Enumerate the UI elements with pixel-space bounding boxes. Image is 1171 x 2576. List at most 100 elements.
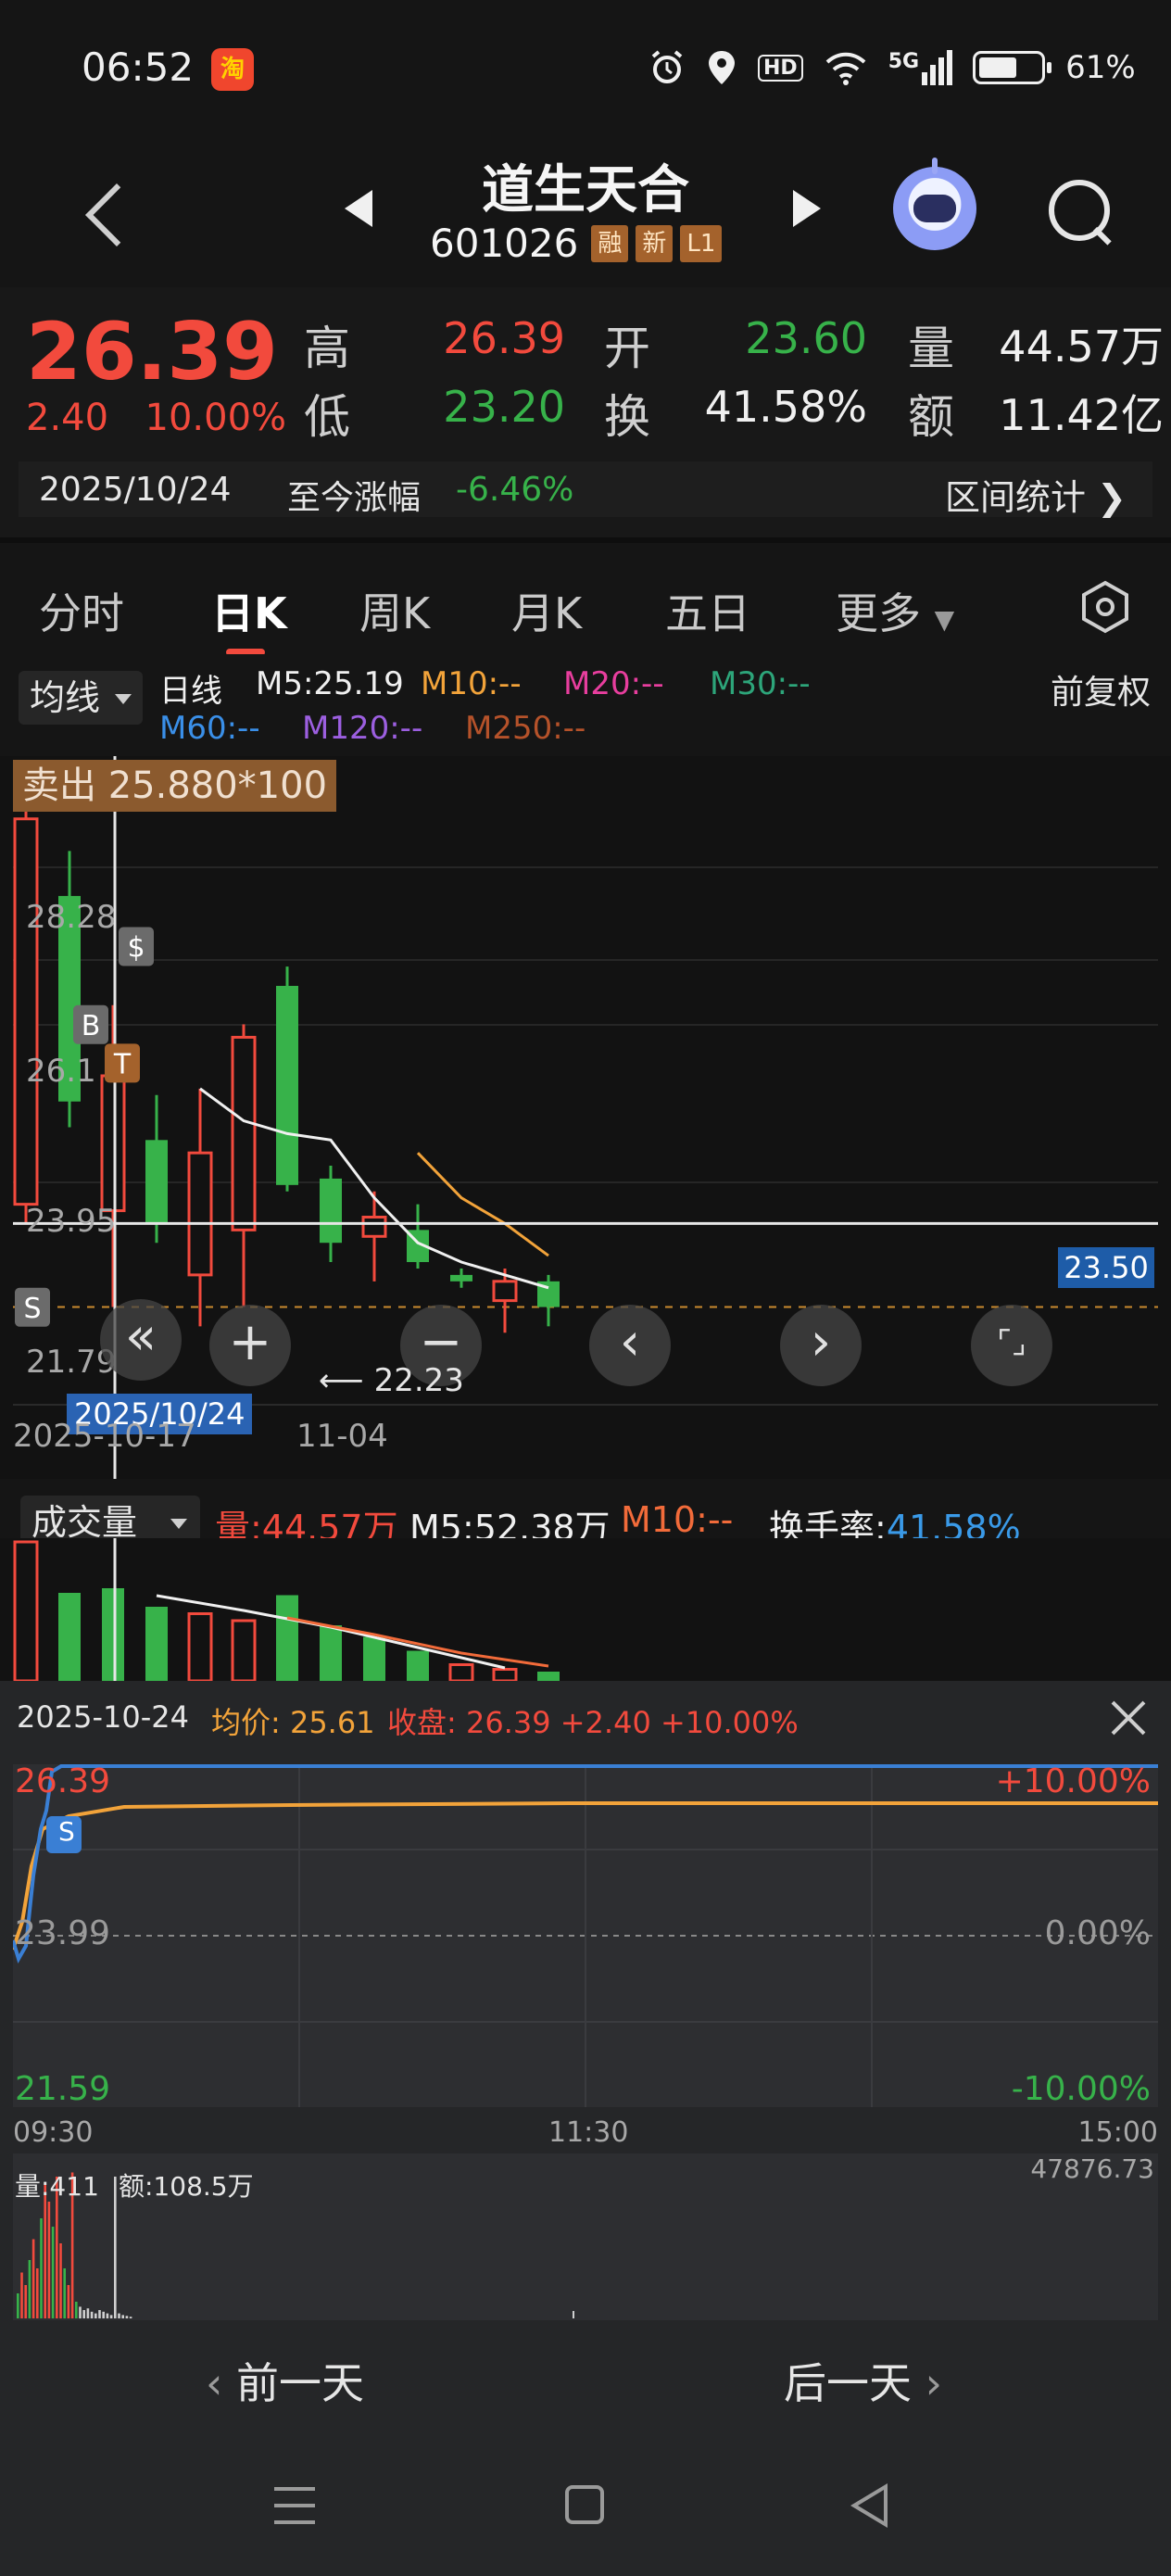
status-icons: HD 5G 61% xyxy=(648,44,1136,91)
kline-y-label-high: 28.28 xyxy=(26,899,117,936)
intraday-volume-bar xyxy=(75,2302,78,2318)
indicator-legend: 均线 日线 M5:25.19 M10:-- M20:-- M30:-- M60:… xyxy=(0,654,1171,756)
search-icon[interactable] xyxy=(1045,176,1112,243)
kline-control-left[interactable]: ‹ xyxy=(589,1305,671,1386)
intraday-volume-bar xyxy=(44,2185,46,2318)
candle-body xyxy=(100,1074,126,1213)
intraday-volume-bar xyxy=(40,2218,43,2318)
battery-percent: 61% xyxy=(1065,49,1136,86)
tab-more[interactable]: 更多 ▼ xyxy=(836,580,954,641)
tab-weekly-k[interactable]: 周K xyxy=(359,580,430,641)
stock-header: 道生天合 601026 融 新 L1 xyxy=(0,139,1171,287)
intraday-avg-price: 均价: 25.61 xyxy=(211,1705,375,1740)
kline-control-zoom-in[interactable]: + xyxy=(209,1305,291,1386)
crosshair-price-tag: 23.50 xyxy=(1058,1247,1154,1288)
intraday-s-marker-label: S xyxy=(58,1816,75,1847)
previous-stock-arrow-icon[interactable] xyxy=(345,190,372,227)
chevron-left-icon: ‹ xyxy=(206,2358,223,2408)
volume-value: 44.57万 xyxy=(999,322,1164,372)
volume-bar xyxy=(537,1672,560,1681)
intraday-high-pct: +10.00% xyxy=(995,1762,1151,1800)
volume-bar xyxy=(187,1612,213,1683)
volume-bar xyxy=(320,1625,342,1681)
chart-period-tabs: 分时 日K 周K 月K 五日 更多 ▼ xyxy=(0,537,1171,656)
double-chevron-left-icon: « xyxy=(100,1299,182,1381)
amount-value: 11.42亿 xyxy=(999,390,1164,440)
intraday-low-pct: -10.00% xyxy=(1011,2070,1151,2108)
home-square-icon[interactable] xyxy=(565,2485,604,2524)
open-label: 开 xyxy=(604,322,650,375)
battery-icon xyxy=(973,51,1052,84)
intraday-volume-bar xyxy=(125,2316,129,2318)
intraday-volume-bar xyxy=(79,2306,82,2318)
volume-bar xyxy=(448,1663,474,1683)
chevron-right-icon: ❯ xyxy=(1097,477,1127,518)
buy-marker-label: B xyxy=(82,1010,101,1042)
intraday-volume-bar xyxy=(129,2317,132,2318)
tab-monthly-k[interactable]: 月K xyxy=(511,580,582,641)
intraday-volume-bar xyxy=(17,2293,19,2318)
line-type: 日线 xyxy=(159,673,222,710)
current-price: 26.39 xyxy=(26,306,279,398)
volume-bar xyxy=(407,1650,429,1681)
intraday-volume-bar xyxy=(63,2268,66,2318)
intraday-chart: S 26.39 23.99 21.59 +10.00% 0.00% -10.00… xyxy=(11,1762,1158,2108)
kline-control-fullscreen[interactable]: ⌜⌟ xyxy=(971,1305,1052,1386)
candle-body xyxy=(276,985,298,1185)
next-day-button[interactable]: 后一天 › xyxy=(784,2350,942,2411)
candle-body xyxy=(361,1216,387,1238)
previous-day-button[interactable]: ‹ 前一天 xyxy=(206,2350,364,2411)
sell-marker-label: S xyxy=(23,1293,41,1325)
candle-body xyxy=(492,1280,518,1303)
high-label: 高 xyxy=(304,322,350,375)
intraday-volume-bar xyxy=(51,2227,55,2318)
intraday-amount-label: 额:108.5万 xyxy=(119,2171,254,2202)
volume-bar xyxy=(231,1619,257,1683)
kline-x-label-end: 11-04 xyxy=(296,1418,388,1455)
range-stats-button[interactable]: 区间统计 ❯ xyxy=(945,469,1127,520)
hd-icon: HD xyxy=(758,54,803,82)
dividend-marker-label: $ xyxy=(127,932,145,965)
intraday-date: 2025-10-24 xyxy=(17,1699,189,1735)
tab-intraday[interactable]: 分时 xyxy=(39,580,124,641)
stock-code-row: 601026 融 新 L1 xyxy=(430,221,723,266)
wifi-icon xyxy=(825,52,866,85)
alarm-icon xyxy=(651,50,683,83)
last-price-annotation: ⟵ 22.23 xyxy=(319,1362,464,1399)
system-navigation-bar xyxy=(0,2431,1171,2576)
back-triangle-icon[interactable] xyxy=(850,2483,888,2528)
intraday-high-price: 26.39 xyxy=(15,1762,111,1800)
intraday-volume-bar xyxy=(20,2272,23,2318)
kline-y-label-2: 26.1 xyxy=(26,1053,96,1090)
intraday-volume-bar xyxy=(573,2311,574,2318)
status-bar: 06:52 淘 HD 5G 61% xyxy=(0,0,1171,139)
kline-control-right[interactable]: › xyxy=(780,1305,862,1386)
ma-indicator-select[interactable]: 均线 xyxy=(19,671,143,725)
recent-apps-menu-icon[interactable] xyxy=(274,2487,315,2524)
price-change: 2.40 10.00% xyxy=(26,397,286,439)
next-stock-arrow-icon[interactable] xyxy=(793,190,821,227)
kline-control-scroll-start[interactable]: « xyxy=(100,1299,182,1381)
margin-tag: 融 xyxy=(591,224,629,262)
turnover-label: 换 xyxy=(604,390,650,444)
close-icon[interactable] xyxy=(1106,1696,1151,1740)
ai-assistant-robot-icon[interactable] xyxy=(893,158,976,250)
intraday-volume-label: 量:411 xyxy=(15,2171,99,2202)
intraday-volume-bar xyxy=(118,2313,120,2318)
since-gain-label: 至今涨幅 xyxy=(287,479,422,517)
settings-hexagon-icon[interactable] xyxy=(1078,580,1132,634)
ma20-value: M20:-- xyxy=(563,665,664,702)
time-label-noon: 11:30 xyxy=(548,2116,629,2149)
tab-daily-k[interactable]: 日K xyxy=(211,580,287,641)
open-value: 23.60 xyxy=(745,313,867,363)
intraday-volume-bar xyxy=(94,2313,97,2318)
volume-label: 量 xyxy=(908,322,954,375)
forward-adjust-button[interactable]: 前复权 xyxy=(1051,665,1151,713)
day-navigation: ‹ 前一天 后一天 › xyxy=(0,2330,1171,2431)
status-time: 06:52 xyxy=(82,44,195,90)
candle-body xyxy=(13,817,39,1206)
intraday-volume-bar xyxy=(67,2285,70,2318)
selected-date: 2025/10/24 xyxy=(39,471,232,509)
intraday-svg xyxy=(11,1764,1158,2107)
tab-five-day[interactable]: 五日 xyxy=(665,580,750,641)
